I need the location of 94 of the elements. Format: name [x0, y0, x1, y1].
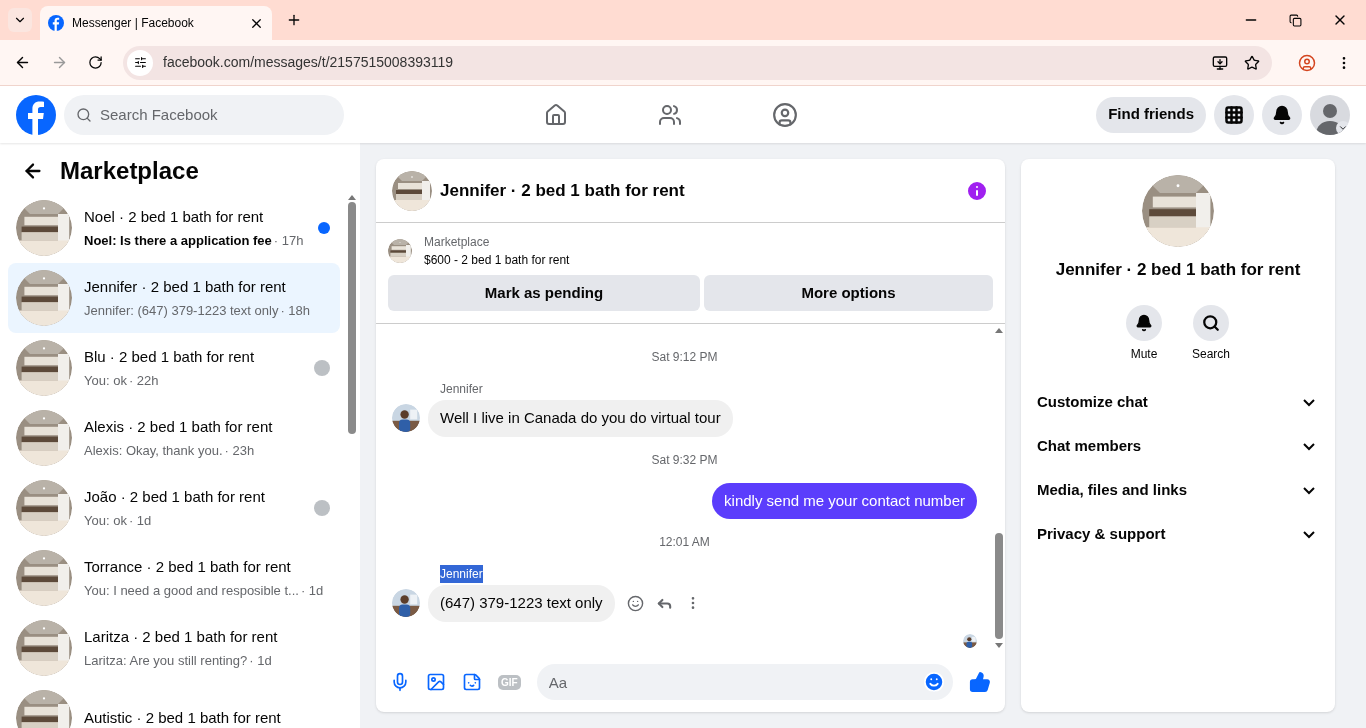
- timestamp: 12:01 AM: [659, 534, 710, 551]
- conversation-title: Torrance · 2 bed 1 bath for rent: [84, 557, 292, 577]
- notifications-button[interactable]: [1262, 94, 1302, 135]
- mute-button[interactable]: [1126, 304, 1162, 341]
- details-title: Jennifer · 2 bed 1 bath for rent: [1055, 259, 1301, 281]
- message-time: · 17h: [273, 232, 304, 248]
- emoji-icon[interactable]: [923, 671, 945, 693]
- scroll-up-icon[interactable]: [348, 195, 356, 200]
- address-bar[interactable]: facebook.com/messages/t/2157515008393119: [123, 45, 1272, 80]
- search-icon: [76, 106, 92, 123]
- like-icon[interactable]: [969, 671, 991, 693]
- conversation-title: Alexis · 2 bed 1 bath for rent: [84, 417, 274, 437]
- timestamp: Sat 9:32 PM: [651, 451, 718, 469]
- forward-icon[interactable]: [51, 54, 68, 71]
- scrollbar-thumb[interactable]: [995, 533, 1003, 639]
- conversation-title: Laritza · 2 bed 1 bath for rent: [84, 627, 279, 647]
- conversation-item[interactable]: Alexis · 2 bed 1 bath for rent Alexis: Okay, thank you.· 23h: [8, 403, 340, 473]
- listing-source: Marketplace: [424, 234, 491, 251]
- conversation-title: Noel · 2 bed 1 bath for rent: [84, 207, 265, 227]
- conversation-title: João · 2 bed 1 bath for rent: [84, 487, 266, 507]
- sender-name: Jennifer: [440, 565, 483, 583]
- facebook-logo-icon[interactable]: [16, 94, 56, 135]
- home-icon[interactable]: [544, 102, 568, 127]
- scroll-down-icon[interactable]: [995, 643, 1003, 648]
- message-time: · 22h: [128, 372, 159, 388]
- back-icon[interactable]: [14, 54, 31, 71]
- friends-icon[interactable]: [658, 102, 682, 127]
- conversation-item[interactable]: João · 2 bed 1 bath for rent You: ok· 1d: [8, 473, 340, 543]
- bookmark-star-icon[interactable]: [1244, 54, 1260, 71]
- groups-icon[interactable]: [772, 101, 798, 128]
- search-icon: [1202, 313, 1220, 332]
- menu-icon: [1224, 104, 1244, 125]
- bell-icon: [1272, 104, 1292, 125]
- listing-title: $600 - 2 bed 1 bath for rent: [424, 252, 570, 269]
- message-input[interactable]: Aa: [536, 664, 953, 700]
- tab-title: Messenger | Facebook: [72, 15, 195, 32]
- browser-tab[interactable]: Messenger | Facebook: [40, 6, 272, 40]
- message-preview: You: I need a good and resposible t...: [84, 582, 299, 598]
- chat-title: Jennifer · 2 bed 1 bath for rent: [440, 179, 686, 202]
- microphone-icon[interactable]: [390, 672, 410, 692]
- listing-button[interactable]: Mark as pending: [388, 275, 700, 311]
- conversation-title: Blu · 2 bed 1 bath for rent: [84, 347, 256, 367]
- conversation-item[interactable]: Autistic · 2 bed 1 bath for rent: [8, 683, 340, 728]
- message-preview: Jennifer: (647) 379-1223 text only: [84, 302, 279, 318]
- profile-icon[interactable]: [1298, 53, 1316, 72]
- sticker-icon[interactable]: [462, 672, 482, 692]
- sidebar-title: Marketplace: [60, 156, 199, 186]
- sender-name: Jennifer: [440, 381, 483, 398]
- message-bubble: Well I live in Canada do you do virtual tour: [428, 400, 733, 437]
- message-preview: Noel: Is there a application fee: [84, 232, 272, 248]
- details-section[interactable]: Chat members: [1033, 424, 1323, 469]
- details-section[interactable]: Customize chat: [1033, 380, 1323, 425]
- listing-button[interactable]: More options: [704, 275, 993, 311]
- scroll-up-icon[interactable]: [995, 328, 1003, 333]
- url-text: facebook.com/messages/t/2157515008393119: [163, 53, 455, 72]
- conversation-item[interactable]: Blu · 2 bed 1 bath for rent You: ok· 22h: [8, 333, 340, 403]
- action-label: Search: [1192, 345, 1230, 363]
- photo-icon[interactable]: [426, 672, 446, 692]
- find-friends-button[interactable]: Find friends: [1096, 96, 1206, 133]
- details-section[interactable]: Privacy & support: [1033, 512, 1323, 557]
- message-time: · 18h: [280, 302, 311, 318]
- restore-icon[interactable]: [1289, 13, 1302, 27]
- details-section[interactable]: Media, files and links: [1033, 468, 1323, 513]
- message-bubble: kindly send me your contact number: [712, 482, 977, 519]
- message-time: · 1d: [249, 652, 272, 668]
- action-label: Mute: [1130, 345, 1158, 363]
- reload-icon[interactable]: [88, 55, 103, 70]
- conversation-title: Jennifer · 2 bed 1 bath for rent: [84, 277, 287, 297]
- account-button[interactable]: [1310, 94, 1350, 135]
- bell-icon: [1135, 313, 1153, 332]
- timestamp: Sat 9:12 PM: [651, 349, 718, 366]
- message-bubble: (647) 379-1223 text only: [428, 585, 615, 622]
- message-time: · 23h: [224, 442, 255, 458]
- message-preview: Laritza: Are you still renting?: [84, 652, 248, 668]
- message-time: · 1d: [300, 582, 324, 598]
- message-preview: You: ok: [84, 512, 127, 528]
- conversation-title: Autistic · 2 bed 1 bath for rent: [84, 707, 282, 728]
- scrollbar-thumb[interactable]: [348, 202, 356, 434]
- conversation-item[interactable]: Noel · 2 bed 1 bath for rent Noel: Is there a application fee· 17h: [8, 193, 340, 263]
- menu-button[interactable]: [1214, 94, 1254, 135]
- message-preview: Alexis: Okay, thank you.: [84, 442, 223, 458]
- install-icon[interactable]: [1212, 54, 1228, 71]
- conversation-item[interactable]: Jennifer · 2 bed 1 bath for rent Jennifer: (647) 379-1223 text only· 18h: [8, 263, 340, 333]
- tab-list-button[interactable]: [8, 8, 32, 32]
- facebook-logo-icon: [48, 15, 64, 31]
- conversation-item[interactable]: Laritza · 2 bed 1 bath for rent Laritza: Are you still renting?· 1d: [8, 613, 340, 683]
- message-time: · 1d: [128, 512, 152, 528]
- message-preview: You: ok: [84, 372, 127, 388]
- site-settings-icon[interactable]: [133, 56, 147, 69]
- search-field[interactable]: Search Facebook: [64, 94, 344, 135]
- conversation-item[interactable]: Torrance · 2 bed 1 bath for rent You: I need a good and resposible t...· 1d: [8, 543, 340, 613]
- search-button[interactable]: [1193, 304, 1229, 341]
- react-icon[interactable]: [626, 594, 644, 612]
- new-tab-icon[interactable]: [286, 12, 302, 28]
